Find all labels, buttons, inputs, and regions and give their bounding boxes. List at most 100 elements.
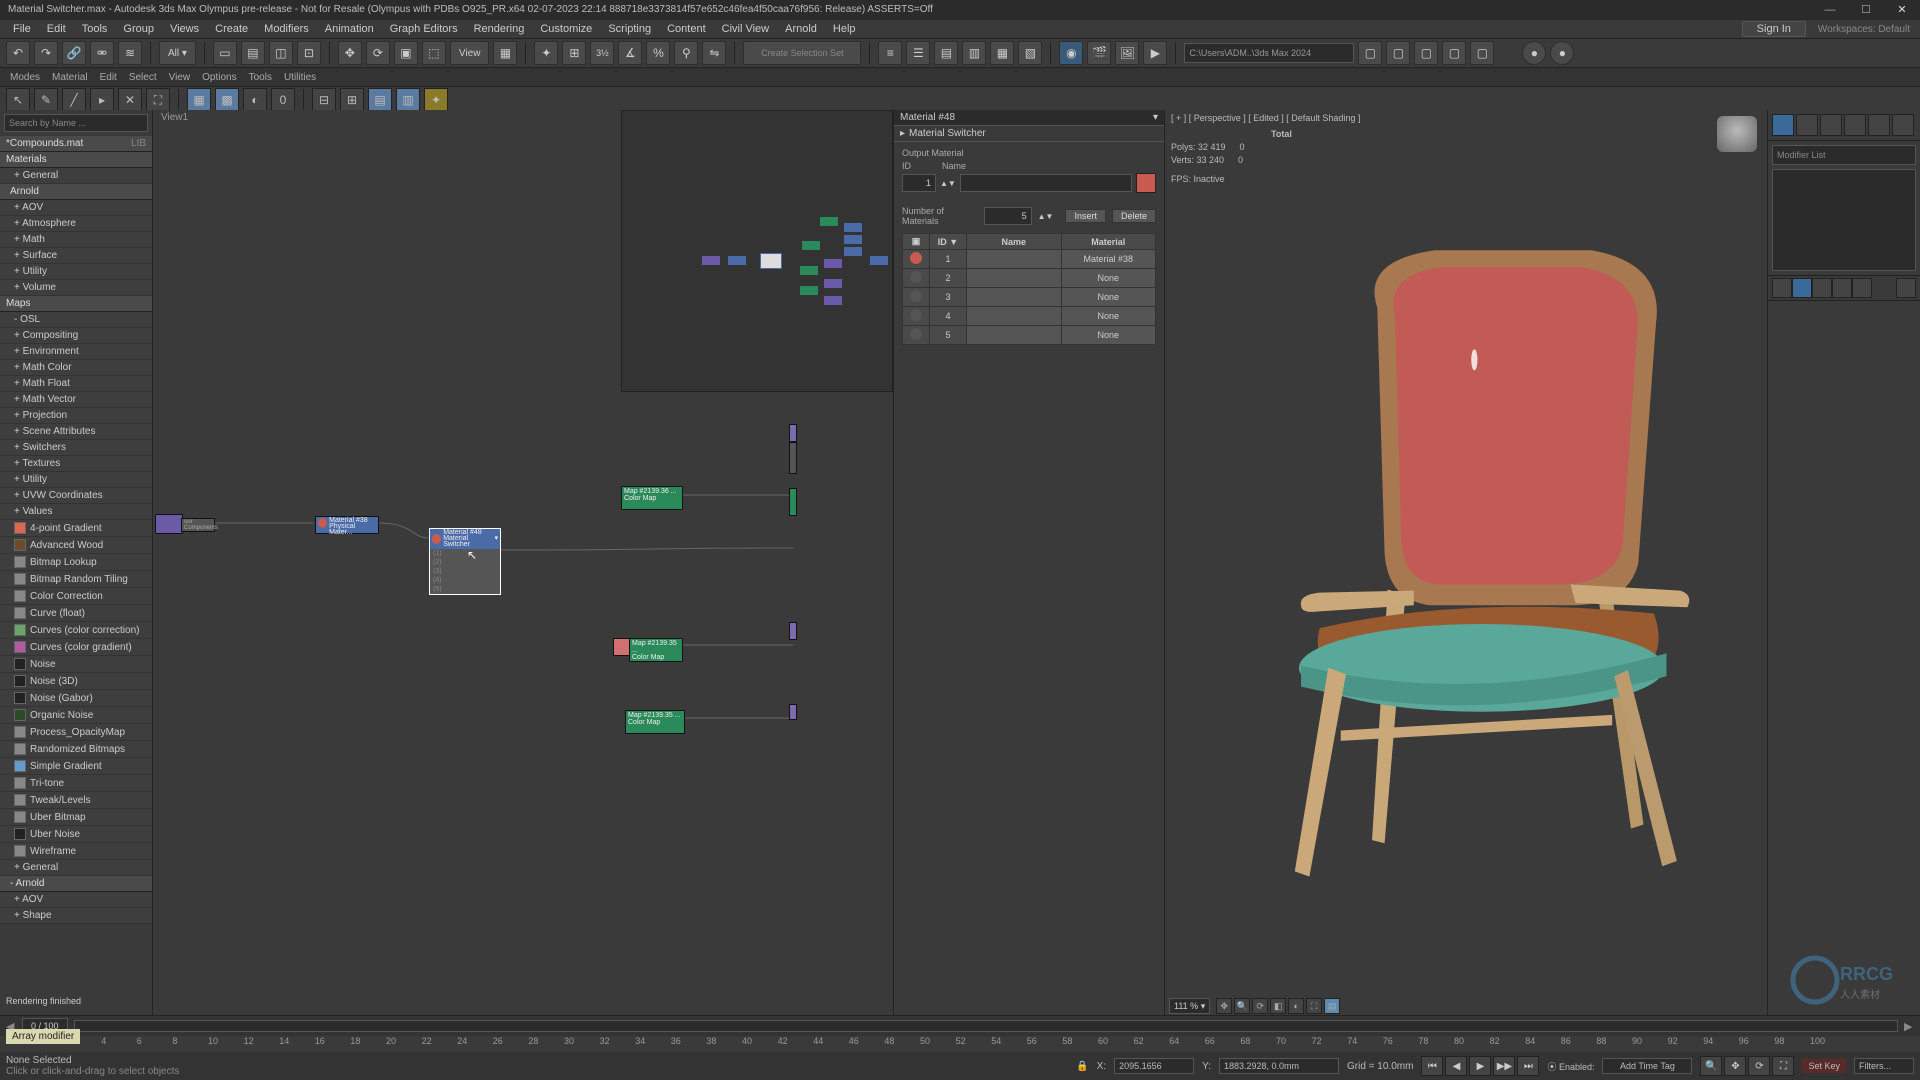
node-material-switcher[interactable]: Material #48Material Switcher ▾ (1) (2) … xyxy=(429,528,501,595)
rotate-button[interactable]: ⟳ xyxy=(366,41,390,65)
coord-x[interactable]: 2095.1656 xyxy=(1114,1058,1194,1074)
project-path[interactable]: C:\Users\ADM..\3ds Max 2024 xyxy=(1184,43,1354,63)
sme-wire-tool[interactable]: ╱ xyxy=(62,88,86,112)
tree-general2[interactable]: + General xyxy=(0,860,152,876)
node-stub-a[interactable] xyxy=(789,424,797,442)
snap3-button[interactable]: 3½ xyxy=(590,41,614,65)
stack-remove[interactable] xyxy=(1832,278,1852,298)
map-advanced-wood[interactable]: Advanced Wood xyxy=(0,537,152,554)
sme-edit[interactable]: Edit xyxy=(100,72,117,83)
cmd-display[interactable] xyxy=(1868,114,1890,136)
map-uber-noise[interactable]: Uber Noise xyxy=(0,826,152,843)
scale-button[interactable]: ▣ xyxy=(394,41,418,65)
play-prev[interactable]: ◀ xyxy=(1445,1056,1467,1076)
tree-arnold2[interactable]: - Arnold xyxy=(0,876,152,892)
play-end[interactable]: ⏭ xyxy=(1517,1056,1539,1076)
sme-layout-b[interactable]: ⊞ xyxy=(340,88,364,112)
group-maps[interactable]: Maps xyxy=(0,296,152,312)
output-name-field[interactable] xyxy=(960,174,1132,192)
tree-textures[interactable]: + Textures xyxy=(0,456,152,472)
menu-rendering[interactable]: Rendering xyxy=(467,23,532,35)
angle-snap-button[interactable]: ∡ xyxy=(618,41,642,65)
tree-surface[interactable]: + Surface xyxy=(0,248,152,264)
layers-button[interactable]: ☰ xyxy=(906,41,930,65)
map-tweak-levels[interactable]: Tweak/Levels xyxy=(0,792,152,809)
node-map-1[interactable]: Map #2139.36 ...Color Map xyxy=(621,486,683,510)
tool-d[interactable]: ▢ xyxy=(1442,41,1466,65)
modifier-stack[interactable] xyxy=(1772,169,1916,271)
node-stub-b[interactable] xyxy=(789,442,797,474)
render-frame-button[interactable]: 🖼 xyxy=(1115,41,1139,65)
selection-filter[interactable]: All ▾ xyxy=(159,41,196,65)
col-id[interactable]: ID ▼ xyxy=(930,234,967,250)
tree-mathfloat[interactable]: + Math Float xyxy=(0,376,152,392)
menu-modifiers[interactable]: Modifiers xyxy=(257,23,316,35)
tree-environment[interactable]: + Environment xyxy=(0,344,152,360)
material-editor-button[interactable]: ◉ xyxy=(1059,41,1083,65)
vp-icon-more[interactable]: ▤ xyxy=(1324,998,1340,1014)
select-region-button[interactable]: ◫ xyxy=(269,41,293,65)
map-4-point-gradient[interactable]: 4-point Gradient xyxy=(0,520,152,537)
table-row[interactable]: 5None xyxy=(903,326,1156,345)
window-max[interactable]: ☐ xyxy=(1848,0,1884,20)
nav-pan[interactable]: ✥ xyxy=(1724,1056,1746,1076)
delete-button[interactable]: Delete xyxy=(1112,209,1156,223)
stack-unique[interactable] xyxy=(1812,278,1832,298)
tree-mathcolor[interactable]: + Math Color xyxy=(0,360,152,376)
signin-button[interactable]: Sign In xyxy=(1742,21,1806,37)
col-thumb[interactable]: ▣ xyxy=(903,234,930,250)
window-min[interactable]: — xyxy=(1812,0,1848,20)
vp-icon-roll[interactable]: ◐ xyxy=(1288,998,1304,1014)
sme-modes[interactable]: Modes xyxy=(10,72,40,83)
map-process-opacitymap[interactable]: Process_OpacityMap xyxy=(0,724,152,741)
output-swatch[interactable] xyxy=(1136,173,1156,193)
sme-layout-a[interactable]: ⊟ xyxy=(312,88,336,112)
nav-zoom[interactable]: 🔍 xyxy=(1700,1056,1722,1076)
tree-aov[interactable]: + AOV xyxy=(0,200,152,216)
spinner-snap-button[interactable]: ⚲ xyxy=(674,41,698,65)
window-crossing-button[interactable]: ⊡ xyxy=(297,41,321,65)
sme-layout-c[interactable]: ▤ xyxy=(368,88,392,112)
tree-mathvector[interactable]: + Math Vector xyxy=(0,392,152,408)
time-slider[interactable]: ◀ 0 / 100 ▶ xyxy=(0,1016,1920,1036)
map-uber-bitmap[interactable]: Uber Bitmap xyxy=(0,809,152,826)
col-material[interactable]: Material xyxy=(1061,234,1156,250)
tool-g[interactable]: ● xyxy=(1550,41,1574,65)
sme-options[interactable]: Options xyxy=(202,72,236,83)
group-arnold[interactable]: Arnold xyxy=(0,184,152,200)
tree-utility[interactable]: + Utility xyxy=(0,264,152,280)
nav-orbit[interactable]: ⟳ xyxy=(1748,1056,1770,1076)
sme-preview-b[interactable]: 0 xyxy=(271,88,295,112)
output-id-spinner[interactable] xyxy=(902,174,936,192)
sme-delete-tool[interactable]: ✕ xyxy=(118,88,142,112)
refcoord-dropdown[interactable]: View xyxy=(450,41,490,65)
setkey-button[interactable]: Set Key xyxy=(1802,1059,1846,1073)
menu-scripting[interactable]: Scripting xyxy=(601,23,658,35)
pivot-button[interactable]: ▦ xyxy=(493,41,517,65)
sme-select-tool[interactable]: ↖ xyxy=(6,88,30,112)
node-material-38[interactable]: Material #38Physical Mater... xyxy=(315,516,379,534)
menu-file[interactable]: File xyxy=(6,23,38,35)
insert-button[interactable]: Insert xyxy=(1065,209,1106,223)
play-start[interactable]: ⏮ xyxy=(1421,1056,1443,1076)
add-time-tag[interactable]: Add Time Tag xyxy=(1602,1058,1692,1074)
placement-button[interactable]: ⬚ xyxy=(422,41,446,65)
tree-uvw[interactable]: + UVW Coordinates xyxy=(0,488,152,504)
stack-show[interactable] xyxy=(1792,278,1812,298)
render-setup-button[interactable]: 🎬 xyxy=(1087,41,1111,65)
select-name-button[interactable]: ▤ xyxy=(241,41,265,65)
tool-a[interactable]: ▢ xyxy=(1358,41,1382,65)
map-tri-tone[interactable]: Tri-tone xyxy=(0,775,152,792)
map-noise[interactable]: Noise xyxy=(0,656,152,673)
modifier-list[interactable]: Modifier List xyxy=(1772,145,1916,165)
cmd-modify[interactable] xyxy=(1796,114,1818,136)
nav-max[interactable]: ⛶ xyxy=(1772,1056,1794,1076)
node-map-3[interactable]: Map #2139.35 ...Color Map xyxy=(625,710,685,734)
link-button[interactable]: 🔗 xyxy=(62,41,86,65)
menu-animation[interactable]: Animation xyxy=(318,23,381,35)
tree-utility2[interactable]: + Utility xyxy=(0,472,152,488)
play-next[interactable]: ▶▶ xyxy=(1493,1056,1515,1076)
menu-grapheditors[interactable]: Graph Editors xyxy=(383,23,465,35)
cmd-utilities[interactable] xyxy=(1892,114,1914,136)
layer-explorer-button[interactable]: ▤ xyxy=(934,41,958,65)
